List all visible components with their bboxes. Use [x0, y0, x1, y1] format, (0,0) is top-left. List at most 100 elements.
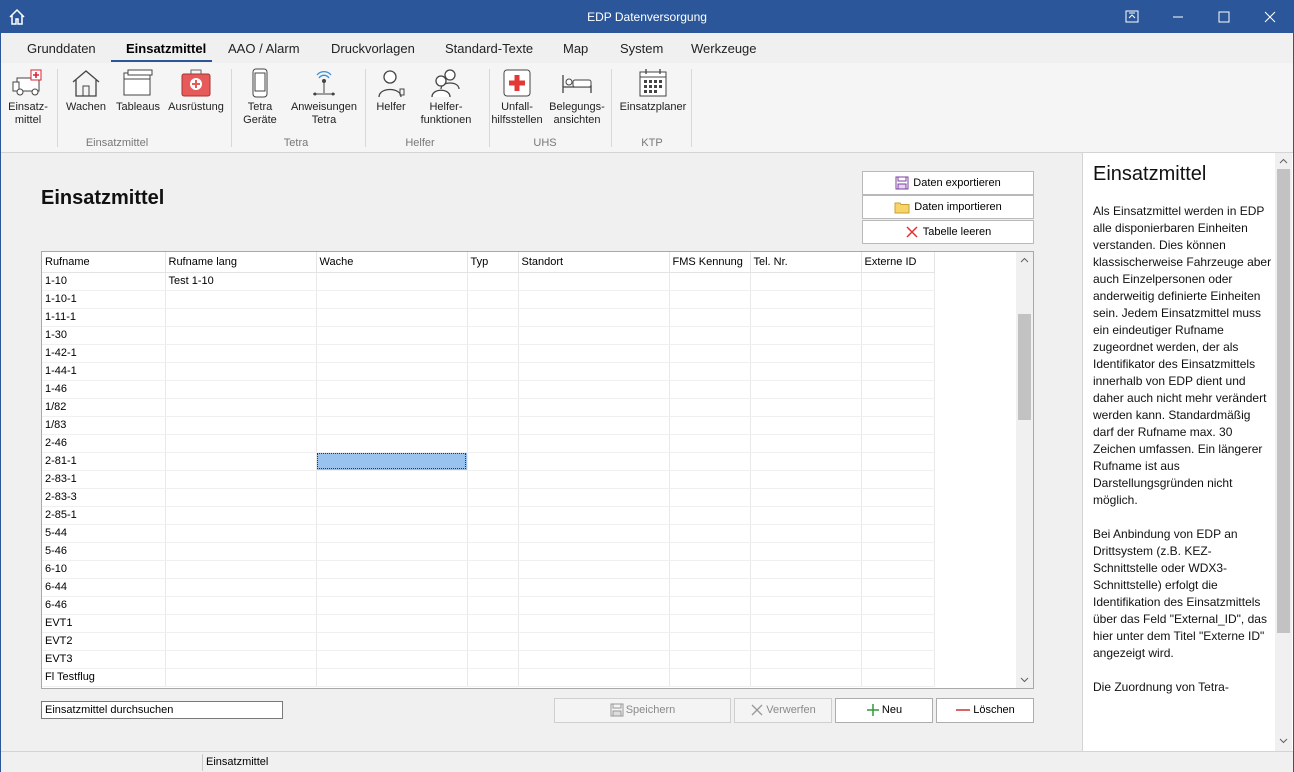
table-cell[interactable] [518, 272, 670, 291]
ribbon-belegungsansichten-button[interactable]: Belegungs- ansichten [547, 67, 607, 127]
table-cell[interactable]: 1-10-1 [42, 290, 166, 309]
table-cell[interactable] [750, 578, 862, 597]
table-row[interactable]: EVT1 [42, 614, 935, 633]
table-cell[interactable] [750, 308, 862, 327]
table-cell[interactable] [165, 614, 317, 633]
selected-cell[interactable] [316, 452, 468, 471]
table-cell[interactable] [467, 362, 519, 381]
table-row[interactable]: 2-83-1 [42, 470, 935, 489]
table-cell[interactable]: 6-46 [42, 596, 166, 615]
table-cell[interactable] [861, 452, 935, 471]
column-header[interactable]: Tel. Nr. [750, 252, 862, 273]
table-cell[interactable] [467, 632, 519, 651]
tab-werkzeuge[interactable]: Werkzeuge [691, 41, 757, 56]
table-cell[interactable]: 1-44-1 [42, 362, 166, 381]
table-cell[interactable] [750, 362, 862, 381]
table-cell[interactable] [750, 398, 862, 417]
table-cell[interactable] [861, 650, 935, 669]
table-cell[interactable] [165, 308, 317, 327]
table-cell[interactable] [165, 560, 317, 579]
table-cell[interactable] [467, 470, 519, 489]
table-cell[interactable] [750, 416, 862, 435]
ribbon-unfallhilfsstellen-button[interactable]: Unfall- hilfsstellen [491, 67, 543, 127]
table-cell[interactable] [316, 380, 468, 399]
table-cell[interactable]: EVT1 [42, 614, 166, 633]
table-cell[interactable] [861, 524, 935, 543]
table-cell[interactable] [669, 308, 751, 327]
table-cell[interactable]: 5-44 [42, 524, 166, 543]
table-cell[interactable] [861, 614, 935, 633]
tab-aao-alarm[interactable]: AAO / Alarm [228, 41, 300, 56]
import-data-button[interactable]: Daten importieren [862, 195, 1034, 219]
table-cell[interactable] [467, 308, 519, 327]
table-cell[interactable] [165, 344, 317, 363]
table-cell[interactable] [316, 542, 468, 561]
table-cell[interactable] [518, 326, 670, 345]
table-cell[interactable] [518, 488, 670, 507]
table-cell[interactable] [861, 434, 935, 453]
table-cell[interactable] [316, 362, 468, 381]
table-cell[interactable] [316, 614, 468, 633]
table-cell[interactable] [316, 290, 468, 309]
table-cell[interactable] [861, 344, 935, 363]
table-cell[interactable] [669, 524, 751, 543]
table-cell[interactable] [316, 506, 468, 525]
table-cell[interactable] [750, 524, 862, 543]
table-cell[interactable] [669, 344, 751, 363]
scroll-up-icon[interactable] [1016, 252, 1033, 268]
table-cell[interactable] [861, 362, 935, 381]
tab-grunddaten[interactable]: Grunddaten [27, 41, 96, 56]
save-button[interactable]: Speichern [554, 698, 731, 723]
table-row[interactable]: 1-42-1 [42, 344, 935, 363]
table-cell[interactable] [316, 668, 468, 687]
table-cell[interactable] [669, 488, 751, 507]
table-cell[interactable] [669, 380, 751, 399]
table-cell[interactable] [750, 272, 862, 291]
table-cell[interactable] [518, 596, 670, 615]
table-cell[interactable]: EVT2 [42, 632, 166, 651]
column-header[interactable]: Wache [316, 252, 468, 273]
tab-map[interactable]: Map [563, 41, 588, 56]
table-cell[interactable] [165, 380, 317, 399]
table-cell[interactable] [467, 524, 519, 543]
table-cell[interactable] [316, 560, 468, 579]
table-cell[interactable] [518, 416, 670, 435]
table-cell[interactable] [669, 596, 751, 615]
table-cell[interactable] [467, 272, 519, 291]
table-cell[interactable]: 1-30 [42, 326, 166, 345]
table-cell[interactable] [518, 398, 670, 417]
table-cell[interactable] [467, 434, 519, 453]
table-row[interactable]: 5-46 [42, 542, 935, 561]
table-cell[interactable] [669, 326, 751, 345]
table-cell[interactable]: Fl Testflug [42, 668, 166, 687]
table-cell[interactable] [669, 362, 751, 381]
table-cell[interactable] [669, 668, 751, 687]
tab-druckvorlagen[interactable]: Druckvorlagen [331, 41, 415, 56]
column-header[interactable]: Typ [467, 252, 519, 273]
table-cell[interactable] [669, 578, 751, 597]
export-data-button[interactable]: Daten exportieren [862, 171, 1034, 195]
table-cell[interactable] [316, 578, 468, 597]
tab-system[interactable]: System [620, 41, 663, 56]
table-cell[interactable] [316, 632, 468, 651]
table-cell[interactable] [316, 596, 468, 615]
table-cell[interactable] [518, 614, 670, 633]
table-cell[interactable] [165, 650, 317, 669]
table-cell[interactable] [165, 416, 317, 435]
tab-einsatzmittel[interactable]: Einsatzmittel [126, 41, 206, 56]
table-cell[interactable]: 2-83-3 [42, 488, 166, 507]
table-cell[interactable] [165, 578, 317, 597]
table-cell[interactable] [669, 632, 751, 651]
table-cell[interactable] [518, 344, 670, 363]
table-cell[interactable] [518, 452, 670, 471]
clear-table-button[interactable]: Tabelle leeren [862, 220, 1034, 244]
help-vertical-scrollbar[interactable] [1275, 153, 1292, 751]
table-cell[interactable] [669, 290, 751, 309]
table-row[interactable]: 2-46 [42, 434, 935, 453]
table-cell[interactable]: 1-10 [42, 272, 166, 291]
table-cell[interactable] [316, 344, 468, 363]
table-row[interactable]: Fl Testflug [42, 668, 935, 687]
table-cell[interactable] [467, 344, 519, 363]
table-row[interactable]: 6-46 [42, 596, 935, 615]
table-cell[interactable] [316, 470, 468, 489]
